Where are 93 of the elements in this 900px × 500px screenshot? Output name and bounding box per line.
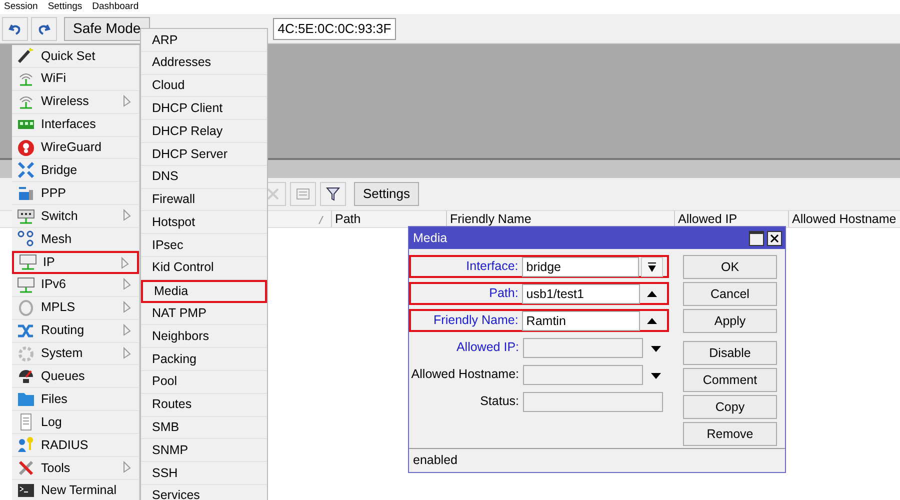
- session-field: 4C:5E:0C:0C:93:3F: [272, 18, 396, 40]
- menu-item[interactable]: Queues: [12, 365, 139, 388]
- menu-icon: [17, 46, 35, 65]
- menu-icon: [17, 390, 35, 408]
- menu-item[interactable]: SMB: [141, 416, 267, 440]
- menu-item[interactable]: Switch: [12, 205, 139, 228]
- menu-item[interactable]: Kid Control: [141, 256, 267, 280]
- menu-item[interactable]: Wireless: [12, 90, 139, 114]
- menu-icon: [17, 482, 35, 500]
- dialog-button[interactable]: Copy: [683, 395, 777, 419]
- menu-icon: [17, 161, 35, 180]
- menu-item[interactable]: Firewall: [141, 188, 267, 212]
- menu-item[interactable]: Services: [141, 484, 267, 500]
- menu-item[interactable]: Dashboard: [92, 0, 139, 14]
- maximize-button[interactable]: [749, 230, 764, 246]
- dialog-title: Media: [413, 230, 448, 247]
- menu-item[interactable]: Tools: [12, 457, 139, 480]
- dialog-button[interactable]: Disable: [683, 341, 777, 365]
- menu-item[interactable]: Log: [12, 411, 139, 434]
- menu-item[interactable]: WireGuard: [12, 136, 139, 160]
- menu-item[interactable]: WiFi: [12, 68, 139, 91]
- close-icon: [770, 234, 779, 242]
- menu-icon: [19, 253, 37, 272]
- input-field[interactable]: usb1/test1: [522, 284, 640, 304]
- menu-item[interactable]: DNS: [141, 166, 267, 189]
- close-button[interactable]: [767, 230, 782, 246]
- menu-item[interactable]: Routing: [12, 320, 139, 343]
- menu-icon: [17, 436, 35, 454]
- undo-button[interactable]: [2, 16, 28, 40]
- menu-item[interactable]: Session: [4, 0, 38, 14]
- menu-item[interactable]: IPv6: [12, 274, 139, 297]
- menu-item[interactable]: Packing: [141, 348, 267, 371]
- column-header[interactable]: Allowed Hostname: [789, 211, 900, 227]
- menu-item[interactable]: New Terminal: [12, 480, 139, 500]
- menu-item[interactable]: Hotspot: [141, 211, 267, 234]
- menu-item[interactable]: DHCP Relay: [141, 120, 267, 143]
- menu-item[interactable]: PPP: [12, 182, 139, 206]
- field-label: Allowed IP:: [455, 339, 520, 356]
- input-field[interactable]: Ramtin: [522, 310, 640, 330]
- note-icon: [296, 188, 310, 200]
- menu-item[interactable]: Addresses: [141, 52, 267, 75]
- input-field[interactable]: bridge: [522, 256, 640, 276]
- menu-item[interactable]: Files: [12, 388, 139, 412]
- menu-icon: [17, 138, 35, 156]
- safe-mode-button[interactable]: Safe Mode: [64, 16, 150, 40]
- menu-item[interactable]: Media: [141, 280, 267, 303]
- menu-item[interactable]: SNMP: [141, 439, 267, 462]
- redo-icon: [37, 22, 51, 36]
- menu-item[interactable]: DHCP Server: [141, 142, 267, 166]
- menu-item[interactable]: DHCP Client: [141, 97, 267, 120]
- menu-item[interactable]: Neighbors: [141, 325, 267, 348]
- filter-icon: [326, 187, 340, 201]
- filter-button[interactable]: [320, 182, 346, 206]
- menu-item[interactable]: NAT PMP: [141, 302, 267, 326]
- dialog-button[interactable]: Remove: [683, 422, 777, 446]
- menu-item[interactable]: Interfaces: [12, 114, 139, 137]
- menu-item[interactable]: IP: [12, 251, 139, 274]
- menu-icon: [17, 184, 35, 202]
- menu-item[interactable]: Mesh: [12, 228, 139, 252]
- dialog-button[interactable]: Cancel: [683, 282, 777, 306]
- menu-item[interactable]: Quick Set: [12, 45, 139, 68]
- menu-item[interactable]: SSH: [141, 462, 267, 485]
- menu-icon: [17, 276, 35, 294]
- field-label: Path:: [488, 285, 520, 302]
- field-label: Friendly Name:: [432, 312, 520, 330]
- menu-icon: [17, 367, 35, 386]
- menu-item[interactable]: System: [12, 342, 139, 366]
- close-icon: [266, 187, 280, 201]
- dropdown-button[interactable]: [641, 256, 663, 276]
- redo-button[interactable]: [31, 16, 57, 40]
- field-label: Status:: [479, 393, 520, 410]
- menu-item[interactable]: Pool: [141, 370, 267, 394]
- menu-icon: [17, 298, 35, 317]
- menu-item[interactable]: Bridge: [12, 159, 139, 182]
- undo-icon: [8, 22, 22, 36]
- settings-button[interactable]: Settings: [354, 182, 419, 206]
- field-label: Allowed Hostname:: [410, 366, 520, 384]
- dialog-button[interactable]: Comment: [683, 368, 777, 392]
- menu-icon: [17, 230, 35, 248]
- dialog-button[interactable]: OK: [683, 255, 777, 279]
- menu-icon: [17, 207, 35, 226]
- sort-icon: [318, 214, 324, 225]
- menu-item[interactable]: Routes: [141, 394, 267, 417]
- menu-item[interactable]: Settings: [48, 0, 82, 14]
- menu-item[interactable]: IPsec: [141, 234, 267, 257]
- menu-icon: [17, 458, 35, 477]
- menu-item[interactable]: ARP: [141, 29, 267, 52]
- menu-item[interactable]: MPLS: [12, 296, 139, 320]
- field-label: Interface:: [465, 258, 520, 276]
- menu-icon: [17, 344, 35, 363]
- menu-item[interactable]: RADIUS: [12, 434, 139, 458]
- dialog-button[interactable]: Apply: [683, 309, 777, 333]
- menu-item[interactable]: Cloud: [141, 74, 267, 98]
